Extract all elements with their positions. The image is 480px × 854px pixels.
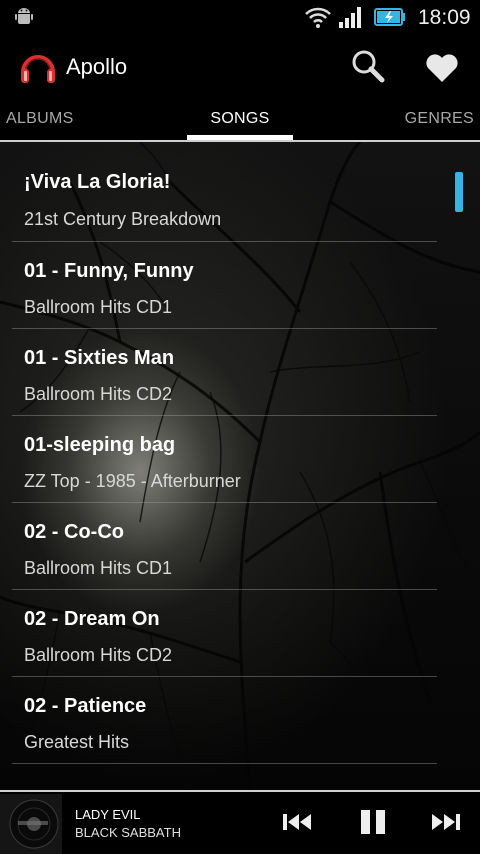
song-album: Ballroom Hits CD1: [24, 297, 173, 317]
song-list: ¡Viva La Gloria! 21st Century Breakdown …: [0, 142, 437, 764]
next-track-icon[interactable]: [428, 806, 464, 838]
list-scrollbar[interactable]: [455, 172, 463, 212]
list-item[interactable]: 02 - Dream On Ballroom Hits CD2: [12, 590, 437, 677]
heart-favorite-icon[interactable]: [422, 48, 462, 88]
now-playing-bar: LADY EVIL BLACK SABBATH: [0, 792, 480, 854]
song-title: 02 - Co-Co: [24, 521, 124, 543]
list-item[interactable]: 01-sleeping bag ZZ Top - 1985 - Afterbur…: [12, 416, 437, 503]
list-item[interactable]: 01 - Funny, Funny Ballroom Hits CD1: [12, 242, 437, 329]
song-title: 02 - Patience: [24, 695, 147, 717]
song-album: Ballroom Hits CD2: [24, 645, 173, 665]
search-icon[interactable]: [348, 46, 388, 86]
song-list-container[interactable]: ¡Viva La Gloria! 21st Century Breakdown …: [0, 142, 480, 790]
tab-bar: ALBUMS SONGS GENRES: [0, 100, 480, 140]
list-item[interactable]: ¡Viva La Gloria! 21st Century Breakdown: [12, 142, 437, 242]
list-item[interactable]: 02 - Patience Greatest Hits: [12, 677, 437, 764]
song-title: 01-sleeping bag: [24, 434, 176, 456]
action-bar: Apollo: [0, 34, 480, 100]
song-album: ZZ Top - 1985 - Afterburner: [24, 471, 241, 491]
song-title: ¡Viva La Gloria!: [24, 171, 171, 193]
song-title: 02 - Dream On: [24, 608, 160, 630]
song-album: 21st Century Breakdown: [24, 209, 222, 229]
signal-strength-icon: [339, 7, 361, 28]
song-album: Ballroom Hits CD2: [24, 384, 173, 404]
now-playing-artist: BLACK SABBATH: [75, 825, 181, 840]
song-album: Greatest Hits: [24, 732, 130, 752]
headphones-logo-icon[interactable]: [18, 46, 58, 86]
status-time: 18:09: [418, 6, 471, 29]
song-title: 01 - Funny, Funny: [24, 260, 194, 282]
previous-track-icon[interactable]: [280, 806, 316, 838]
wifi-icon: [305, 7, 331, 28]
tab-genres[interactable]: GENRES: [405, 110, 474, 128]
album-art-image: [0, 794, 62, 854]
list-item[interactable]: 02 - Co-Co Ballroom Hits CD1: [12, 503, 437, 590]
album-art[interactable]: [0, 794, 62, 854]
now-playing-title: LADY EVIL: [75, 807, 141, 822]
list-item[interactable]: 01 - Sixties Man Ballroom Hits CD2: [12, 329, 437, 416]
battery-charging-icon: [374, 8, 405, 26]
pause-icon[interactable]: [355, 806, 391, 838]
song-album: Ballroom Hits CD1: [24, 558, 173, 578]
android-debug-icon: [15, 8, 33, 24]
app-title: Apollo: [66, 54, 128, 79]
song-title: 01 - Sixties Man: [24, 347, 175, 369]
status-bar: 18:09: [0, 0, 480, 34]
